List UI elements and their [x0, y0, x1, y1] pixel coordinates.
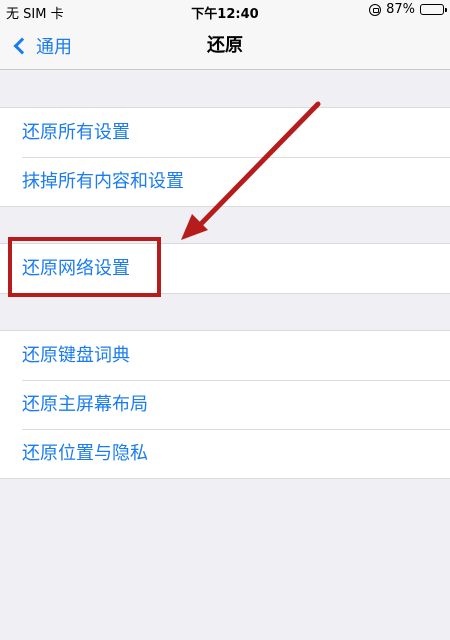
reset-keyboard-dictionary-button[interactable]: 还原键盘词典: [0, 331, 450, 380]
battery-percent: 87%: [386, 2, 415, 17]
status-bar: 无 SIM 卡 下午12:40 87%: [0, 0, 450, 22]
annotation-arrow: [181, 101, 321, 240]
highlight-box: [8, 237, 161, 297]
reset-home-screen-layout-button[interactable]: 还原主屏幕布局: [0, 380, 450, 429]
reset-all-settings-button[interactable]: 还原所有设置: [0, 108, 450, 157]
screen: 无 SIM 卡 下午12:40 87% 通用 还原 还原所有设置 抹掉所有内容和…: [0, 0, 450, 640]
back-label: 通用: [36, 37, 72, 58]
erase-all-content-button[interactable]: 抹掉所有内容和设置: [0, 157, 450, 206]
chevron-left-icon: [13, 37, 31, 55]
battery-icon: [420, 4, 447, 15]
reset-location-privacy-button[interactable]: 还原位置与隐私: [0, 429, 450, 478]
back-button[interactable]: 通用: [10, 22, 72, 70]
reset-group-3: 还原键盘词典 还原主屏幕布局 还原位置与隐私: [0, 330, 450, 479]
reset-group-1: 还原所有设置 抹掉所有内容和设置: [0, 107, 450, 207]
status-right: 87%: [369, 2, 447, 17]
nav-bar: 通用 还原: [0, 22, 450, 70]
rotation-lock-icon: [369, 3, 382, 16]
